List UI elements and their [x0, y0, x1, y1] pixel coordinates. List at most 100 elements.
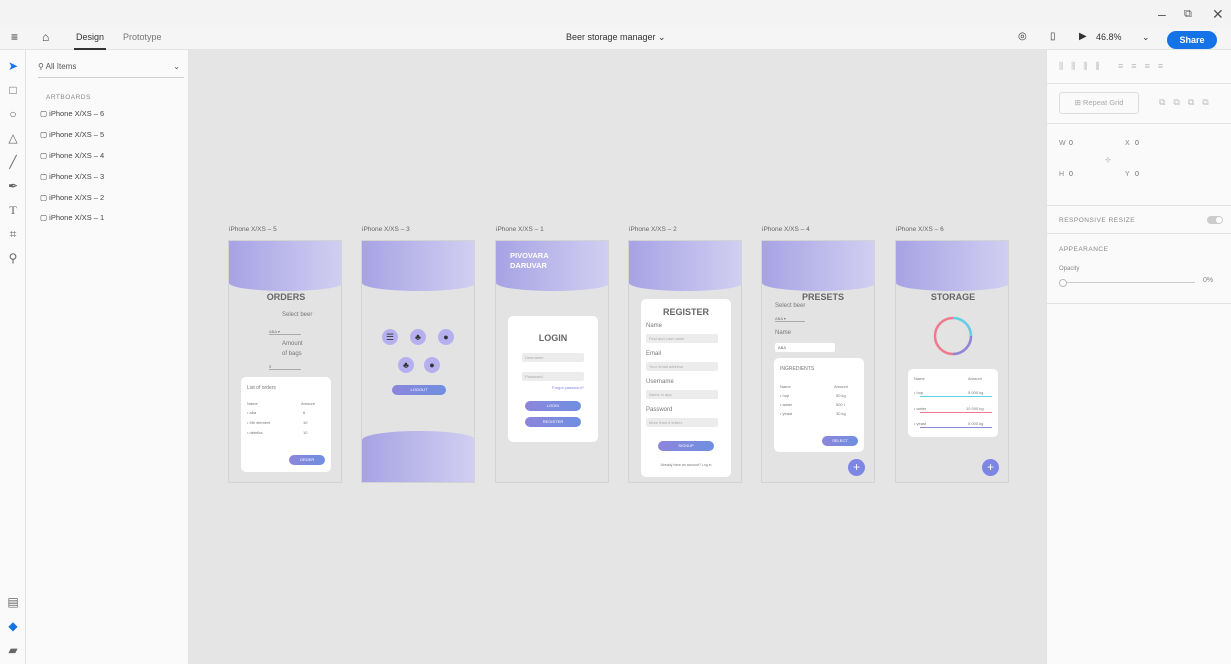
list-title: List of orders [247, 385, 276, 391]
beer-select[interactable]: ABA ▾ [269, 329, 301, 335]
tab-prototype[interactable]: Prototype [123, 32, 162, 42]
search-icon: ⚲ [38, 62, 46, 71]
artboard-register[interactable]: REGISTER Name First and Last name Email … [628, 240, 742, 483]
ingredients-icon[interactable]: ♣ [410, 329, 426, 345]
home-icon[interactable]: ⌂ [42, 30, 49, 44]
triangle-tool-icon[interactable]: △ [5, 130, 21, 146]
name-field[interactable]: ABA [775, 343, 835, 352]
username-field[interactable]: Name in app [646, 390, 718, 399]
chevron-down-icon[interactable]: ⌄ [173, 62, 180, 71]
register-button[interactable]: REGISTER [525, 417, 581, 427]
rectangle-tool-icon[interactable]: □ [5, 82, 21, 98]
table-row: • 5th element [247, 420, 271, 425]
boolean-ops-icons[interactable]: ⧉⧉⧉⧉ [1159, 97, 1217, 108]
artboard-label[interactable]: iPhone X/XS – 6 [896, 226, 944, 233]
artboard-label[interactable]: iPhone X/XS – 3 [362, 226, 410, 233]
artboard-label[interactable]: iPhone X/XS – 1 [496, 226, 544, 233]
logout-button[interactable]: LOGOUT [392, 385, 446, 395]
artboard-orders[interactable]: ORDERS Select beer ABA ▾ Amount of bags … [228, 240, 342, 483]
repeat-grid-button[interactable]: ⊞ Repeat Grid [1059, 92, 1139, 114]
close-button[interactable]: ✕ [1212, 6, 1224, 23]
document-assets-icon[interactable]: ▤ [5, 594, 21, 610]
text-tool-icon[interactable]: T [5, 202, 21, 218]
device-preview-icon[interactable]: ▯ [1050, 31, 1056, 42]
artboard-label[interactable]: iPhone X/XS – 5 [229, 226, 277, 233]
zoom-tool-icon[interactable]: ⚲ [5, 250, 21, 266]
document-title[interactable]: Beer storage manager ⌄ [566, 32, 666, 43]
opacity-slider-handle[interactable] [1059, 279, 1067, 287]
opacity-value[interactable]: 0% [1203, 277, 1213, 284]
ingredients-icon[interactable]: ♣ [398, 357, 414, 373]
table-row: • hop [914, 390, 924, 395]
orders-title: ORDERS [266, 292, 306, 302]
table-row: • aba [247, 410, 257, 415]
cell-amount: 30 kg [836, 411, 846, 416]
artboard-menu[interactable]: ☰ ♣ ● ♣ ● LOGOUT [361, 240, 475, 483]
password-field[interactable]: More than 6 letters [646, 418, 718, 427]
x-value[interactable]: 0 [1135, 140, 1139, 147]
layer-item[interactable]: ▢ iPhone X/XS – 1 [40, 213, 104, 222]
zoom-level[interactable]: 46.8% [1096, 32, 1122, 42]
height-value[interactable]: 0 [1069, 171, 1073, 178]
width-value[interactable]: 0 [1069, 140, 1073, 147]
user-icon[interactable]: ◎ [1018, 31, 1027, 42]
tab-design[interactable]: Design [76, 32, 104, 42]
hop-icon[interactable]: ● [424, 357, 440, 373]
share-button[interactable]: Share [1167, 31, 1217, 49]
login-button[interactable]: LOGIN [525, 401, 581, 411]
layer-item[interactable]: ▢ iPhone X/XS – 5 [40, 130, 104, 139]
layer-item[interactable]: ▢ iPhone X/XS – 2 [40, 193, 104, 202]
layer-label: iPhone X/XS – 4 [49, 151, 105, 160]
email-field[interactable]: Your email address [646, 362, 718, 371]
layer-item[interactable]: ▢ iPhone X/XS – 3 [40, 172, 104, 181]
beer-select[interactable]: ABA ▾ [775, 316, 805, 322]
forgot-password-link[interactable]: Forgot password? [552, 385, 584, 390]
login-link[interactable]: Already have an account? Log in [641, 463, 731, 467]
artboard-label[interactable]: iPhone X/XS – 4 [762, 226, 810, 233]
responsive-toggle[interactable] [1207, 216, 1223, 224]
artboard-presets[interactable]: PRESETS Select beer ABA ▾ Name ABA INGRE… [761, 240, 875, 483]
cell-amount: 50 kg [836, 393, 846, 398]
layers-search[interactable]: ⚲ All Items ⌄ [38, 62, 184, 78]
cell-amount: 10 [303, 420, 308, 425]
username-label: Username [646, 379, 674, 385]
artboard-label[interactable]: iPhone X/XS – 2 [629, 226, 677, 233]
hop-icon[interactable]: ● [438, 329, 454, 345]
select-button[interactable]: SELECT [822, 436, 858, 446]
cell-name: detelka [249, 430, 263, 435]
layer-label: iPhone X/XS – 1 [49, 213, 105, 222]
y-value[interactable]: 0 [1135, 171, 1139, 178]
signup-button[interactable]: SIGNUP [658, 441, 714, 451]
opacity-slider[interactable] [1063, 282, 1195, 283]
select-tool-icon[interactable]: ➤ [5, 58, 21, 74]
password-field[interactable]: Password [522, 372, 584, 381]
layer-item[interactable]: ▢ iPhone X/XS – 4 [40, 151, 104, 160]
amount-input[interactable]: 5 [269, 364, 301, 370]
grid-icon: ⊞ [1074, 98, 1083, 107]
play-icon[interactable]: ▶ [1079, 31, 1087, 42]
username-field[interactable]: Username [522, 353, 584, 362]
add-fab[interactable]: + [982, 459, 999, 476]
minimize-button[interactable]: – [1158, 6, 1166, 22]
align-icons[interactable]: ⫼⫼⫼⫼ ≡≡≡≡ [1059, 61, 1171, 72]
restore-button[interactable]: ⧉ [1184, 8, 1192, 21]
plugins-icon[interactable]: ▰ [5, 642, 21, 658]
height-label: H [1059, 171, 1065, 178]
menu-icon[interactable]: ≡ [11, 30, 18, 44]
layer-item[interactable]: ▢ iPhone X/XS – 6 [40, 109, 104, 118]
artboard-tool-icon[interactable]: ⌗ [5, 226, 21, 242]
name-field[interactable]: First and Last name [646, 334, 718, 343]
line-tool-icon[interactable]: ╱ [5, 154, 21, 170]
add-fab[interactable]: + [848, 459, 865, 476]
pen-tool-icon[interactable]: ✒ [5, 178, 21, 194]
order-button[interactable]: ORDER [289, 455, 325, 465]
cell-name: hop [916, 390, 924, 395]
name-label: Name [646, 323, 663, 329]
list-icon[interactable]: ☰ [382, 329, 398, 345]
lock-aspect-icon[interactable]: ⊹ [1105, 156, 1111, 164]
artboard-login[interactable]: PIVOVARA DARUVAR LOGIN Username Password… [495, 240, 609, 483]
artboard-storage[interactable]: STORAGE Name Amount • hop 5 000 kg • wat… [895, 240, 1009, 483]
ellipse-tool-icon[interactable]: ○ [5, 106, 21, 122]
layers-icon[interactable]: ◆ [5, 618, 21, 634]
zoom-chevron-down-icon[interactable]: ⌄ [1142, 32, 1150, 43]
